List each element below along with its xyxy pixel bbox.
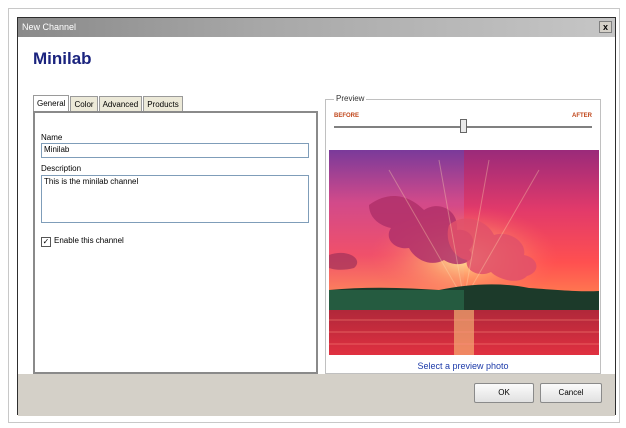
- sunset-image: [329, 150, 599, 355]
- enable-channel-checkbox[interactable]: ✓: [41, 237, 51, 247]
- dialog-content: General Color Advanced Products Name Min…: [18, 93, 615, 375]
- dialog-header: Minilab: [18, 37, 615, 93]
- tab-color[interactable]: Color: [70, 96, 98, 112]
- before-label: BEFORE: [334, 113, 360, 119]
- ok-button[interactable]: OK: [474, 383, 534, 403]
- checkmark-icon: ✓: [42, 237, 50, 246]
- slider-thumb[interactable]: [459, 119, 467, 133]
- tab-general[interactable]: General: [33, 95, 70, 112]
- preview-group: Preview BEFORE AFTER Select a preview ph…: [325, 94, 601, 374]
- title-bar: New Channel x: [18, 18, 615, 37]
- description-field[interactable]: This is the minilab channel: [41, 175, 309, 223]
- name-field[interactable]: Minilab: [41, 143, 309, 158]
- description-label: Description: [41, 164, 82, 173]
- preview-photo: [329, 150, 599, 355]
- window-title: New Channel: [22, 22, 77, 32]
- name-label: Name: [41, 133, 63, 142]
- tab-products[interactable]: Products: [143, 96, 183, 112]
- new-channel-dialog: New Channel x Minilab General Color Adva…: [17, 17, 616, 416]
- tab-advanced[interactable]: Advanced: [98, 96, 143, 112]
- general-tab-panel: Name Minilab Description This is the min…: [33, 111, 318, 374]
- page-title: Minilab: [33, 49, 92, 68]
- close-icon[interactable]: x: [599, 21, 612, 33]
- after-label: AFTER: [572, 113, 592, 119]
- select-preview-photo-link[interactable]: Select a preview photo: [326, 361, 600, 371]
- cancel-button[interactable]: Cancel: [540, 383, 602, 403]
- enable-channel-label: Enable this channel: [54, 236, 124, 245]
- preview-legend: Preview: [334, 94, 367, 103]
- tab-strip: General Color Advanced Products: [33, 95, 184, 112]
